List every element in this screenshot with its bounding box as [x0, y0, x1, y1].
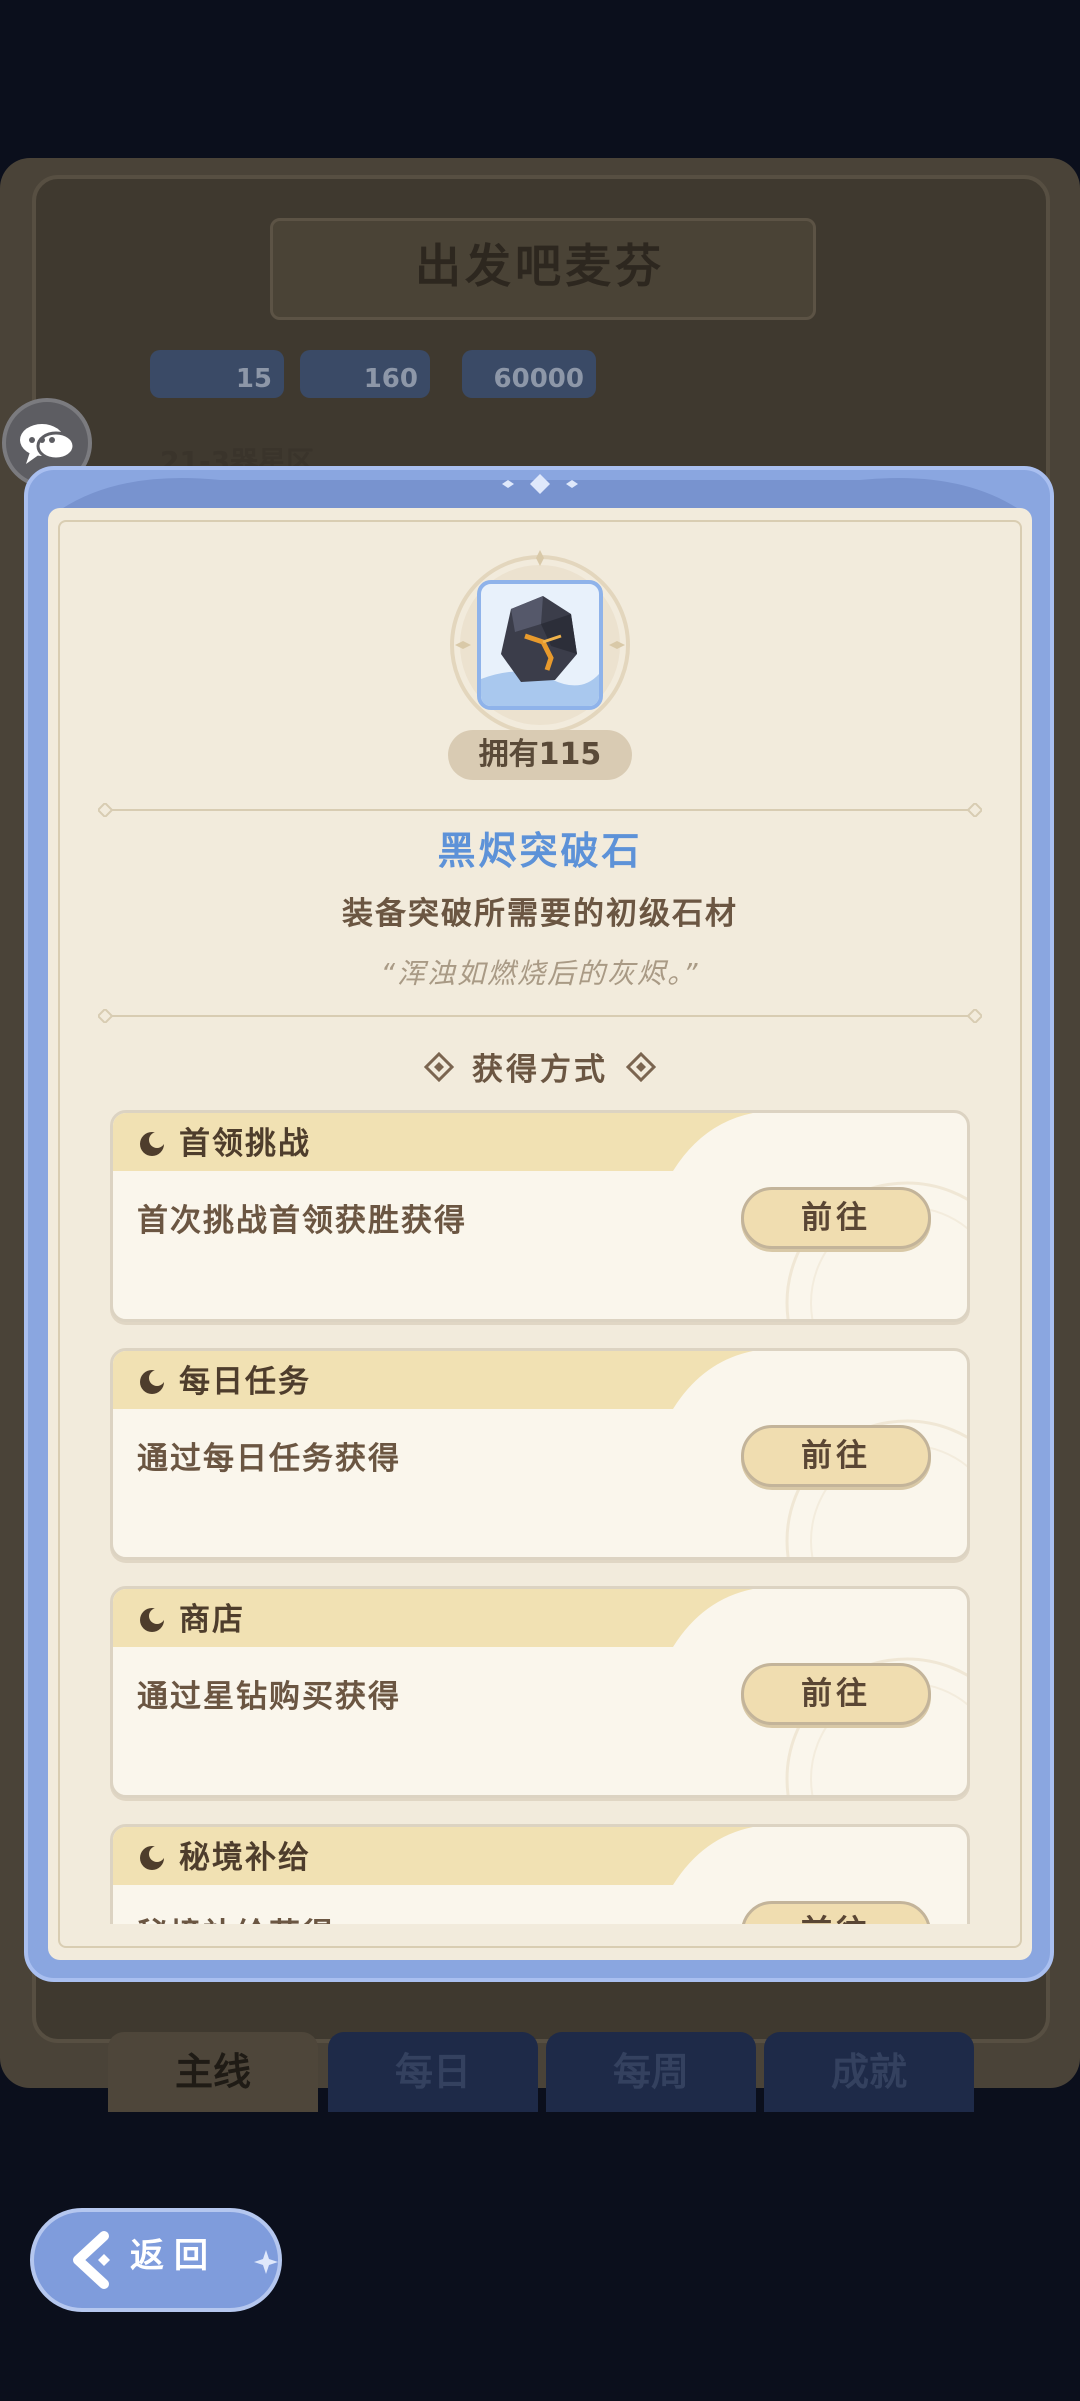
- screen: 出发吧麦芬 15 160 60000 21-3器星区 主线 每日 每周 成就 拥…: [0, 0, 1080, 2401]
- item-quote: “浑浊如燃烧后的灰烬。”: [380, 957, 700, 990]
- moon-icon: [140, 1846, 165, 1870]
- tab-main[interactable]: 主线: [108, 2032, 318, 2112]
- bottom-tab-bar: 主线 每日 每周 成就: [108, 2032, 980, 2112]
- moon-icon: [140, 1132, 165, 1156]
- go-button[interactable]: 前往: [741, 1663, 931, 1725]
- back-label: 返回: [130, 2236, 218, 2276]
- source-card-boss-challenge: 首领挑战 首次挑战首领获胜获得 前往: [110, 1110, 970, 1322]
- black-ember-stone-icon: [481, 596, 599, 706]
- reward-item: 60000: [462, 350, 596, 398]
- source-description: 通过每日任务获得: [137, 1441, 401, 1477]
- item-name: 黑烬突破石: [437, 829, 643, 873]
- source-list-clip: 秘境补给 秘境补给获得 前往: [48, 1820, 1032, 1924]
- source-description: 通过星钻购买获得: [137, 1679, 401, 1715]
- source-card-secret-realm: 秘境补给 秘境补给获得 前往: [110, 1824, 970, 1924]
- go-button[interactable]: 前往: [741, 1425, 931, 1487]
- chat-bubble-icon: [20, 424, 76, 464]
- item-description: 装备突破所需要的初级石材: [342, 896, 738, 932]
- sparkle-icon: [254, 2250, 278, 2274]
- go-button[interactable]: 前往: [741, 1187, 931, 1249]
- moon-icon: [140, 1370, 165, 1394]
- tab-achievements[interactable]: 成就: [764, 2032, 974, 2112]
- source-title: 商店: [179, 1602, 245, 1638]
- diamond-ornament-icon: [424, 1051, 454, 1082]
- source-title: 首领挑战: [179, 1126, 311, 1162]
- reward-item: 160: [300, 350, 430, 398]
- source-title: 秘境补给: [179, 1840, 311, 1876]
- go-button[interactable]: 前往: [741, 1901, 931, 1924]
- moon-icon: [140, 1608, 165, 1632]
- source-description: 秘境补给获得: [137, 1909, 335, 1924]
- sources-title: 获得方式: [472, 1052, 608, 1088]
- item-icon: [477, 580, 603, 710]
- tab-daily[interactable]: 每日: [328, 2032, 538, 2112]
- sources-heading: 获得方式: [0, 1044, 1080, 1089]
- divider: [98, 1009, 982, 1023]
- popup-top-ornament: [60, 474, 1020, 510]
- diamond-ornament-icon: [626, 1051, 656, 1082]
- owned-count-badge: 拥有115: [448, 730, 632, 780]
- source-card-shop: 商店 通过星钻购买获得 前往: [110, 1586, 970, 1798]
- source-title: 每日任务: [179, 1364, 311, 1400]
- tab-weekly[interactable]: 每周: [546, 2032, 756, 2112]
- divider: [98, 803, 982, 817]
- source-description: 首次挑战首领获胜获得: [137, 1203, 467, 1239]
- source-card-daily-tasks: 每日任务 通过每日任务获得 前往: [110, 1348, 970, 1560]
- back-arrow-icon: [73, 2231, 110, 2289]
- book-title: 出发吧麦芬: [415, 239, 665, 293]
- reward-item: 15: [150, 350, 284, 398]
